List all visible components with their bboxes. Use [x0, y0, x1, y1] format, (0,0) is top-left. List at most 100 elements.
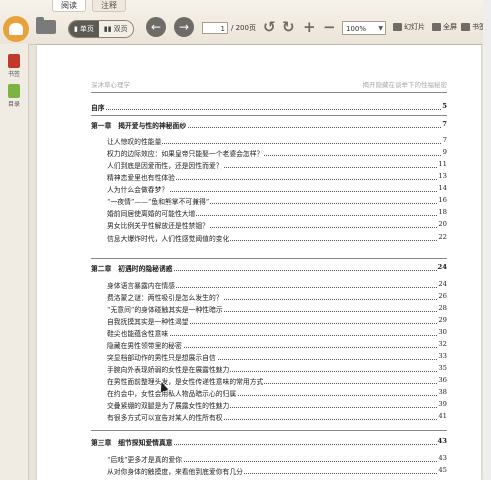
- fullscreen-button[interactable]: 全屏: [432, 21, 457, 33]
- toc-entry-page: 41: [437, 412, 447, 420]
- slideshow-button[interactable]: 幻灯片: [393, 21, 425, 33]
- toc-entry-title: 第二章 初遇时的隐秘诱惑: [91, 263, 174, 273]
- toc-entry-title: 男女比例关乎性解放还是性禁锢？: [107, 220, 210, 230]
- toc-entry[interactable]: 费洛蒙之谜：两性吸引是怎么发生的？ 26: [107, 292, 447, 302]
- toc-entry[interactable]: 在约会中，女性会用私人物品暗示心的归属 38: [107, 388, 447, 398]
- zoom-select[interactable]: 100% ▼: [342, 21, 386, 35]
- toc-entry-page: 7: [441, 120, 447, 128]
- zoom-value: 100%: [346, 25, 367, 33]
- toc-entry-page: 22: [437, 233, 447, 241]
- fullscreen-icon: [432, 23, 441, 31]
- toc-entry[interactable]: 让人惊叹的性能量 7: [107, 136, 447, 146]
- toc-entry-page: 7: [441, 136, 447, 144]
- tab-annotate[interactable]: 注释: [92, 0, 126, 12]
- toc-entry[interactable]: 男女比例关乎性解放还是性禁锢？ 20: [107, 220, 447, 230]
- sidebar-item-bookmarks[interactable]: 书签: [2, 54, 26, 78]
- toc-entry-title: 在约会中，女性会用私人物品暗示心的归属: [107, 388, 238, 398]
- vertical-scrollbar[interactable]: [483, 0, 491, 480]
- toc-entry-title: 让人惊叹的性能量: [107, 136, 163, 146]
- view-mode-toggle: ▮ 单页 ▮▮ 双页: [68, 20, 134, 38]
- toc-entry[interactable]: 隐藏在男性领带里的秘密 32: [107, 340, 447, 350]
- toc-entry-page: 26: [437, 292, 447, 300]
- toc-entry-title: 第三章 细节探知爱情真意: [91, 437, 174, 447]
- toc-chapter-entry[interactable]: 第三章 细节探知爱情真意 43: [91, 437, 447, 447]
- toc-entry[interactable]: 人们到底是因爱而性，还是因性而爱？ 11: [107, 160, 447, 170]
- open-folder-icon[interactable]: [36, 17, 56, 34]
- toc-entry-page: 9: [441, 148, 447, 156]
- page-number-input[interactable]: 1: [202, 22, 228, 34]
- sidebar-item-toc[interactable]: 目录: [2, 84, 26, 108]
- toc-entry-page: 33: [437, 352, 447, 360]
- single-page-button[interactable]: ▮ 单页: [69, 21, 99, 37]
- toc-entry[interactable]: 信息大爆炸时代，人们性感觉阈值的变化 22: [107, 233, 447, 243]
- sidebar: 书签 目录: [0, 44, 29, 480]
- header-rule: [91, 92, 447, 93]
- zoom-in-icon[interactable]: +: [303, 17, 316, 37]
- next-page-button[interactable]: →: [174, 17, 194, 37]
- toc-entry[interactable]: 自我抚摸其实是一种性渴望 29: [107, 316, 447, 326]
- toc-entry-page: 36: [437, 376, 447, 384]
- bookmark-icon: [8, 54, 20, 68]
- toc-entry-title: 从对你身体的触摸度，来看他到底爱你有几分: [107, 466, 244, 476]
- app-logo-icon[interactable]: [3, 16, 29, 42]
- toc-entry-page: 32: [437, 340, 447, 348]
- running-header-left: 深沐草心理学: [91, 81, 130, 89]
- toc-chapter-entry[interactable]: 第二章 初遇时的隐秘诱惑 24: [91, 263, 447, 273]
- toc-entry-title: 自我抚摸其实是一种性渴望: [107, 316, 190, 326]
- toc-entry-page: 20: [437, 220, 447, 228]
- toc-entry-page: 43: [437, 454, 447, 462]
- slideshow-label: 幻灯片: [404, 23, 425, 31]
- toc-entry[interactable]: 有很多方式可以宣告对某人的性所有权 41: [107, 412, 447, 422]
- toc-entry-title: 精神恋爱里也有性体验: [107, 172, 176, 182]
- toc-entry-page: 28: [437, 304, 447, 312]
- section-rule: [91, 258, 447, 259]
- toc-entry-title: 信息大爆炸时代，人们性感觉阈值的变化: [107, 233, 231, 243]
- double-page-icon: ▮▮: [103, 25, 112, 33]
- toc-entry[interactable]: 婚前同居使离婚的可能性大增 18: [107, 208, 447, 218]
- toc-entry-title: 手腕向外表现娇弱的女性是在展露性魅力: [107, 364, 231, 374]
- toc-entry[interactable]: 突显档部动作的男性只是想展示自信 33: [107, 352, 447, 362]
- toc-entry[interactable]: 从对你身体的触摸度，来看他到底爱你有几分 45: [107, 466, 447, 476]
- toc-chapter-entry[interactable]: 第一章 揭开爱与性的神秘面纱 7: [91, 120, 447, 130]
- document-page: 深沐草心理学 揭开隐藏在谈举下的性福秘密 自序 5 第一章 揭开爱与性的神秘面纱 7 让…: [37, 45, 481, 480]
- toc-entry-page: 14: [437, 184, 447, 192]
- single-page-label: 单页: [79, 25, 94, 33]
- toc-chapter-entry[interactable]: 自序 5: [91, 102, 447, 112]
- prev-page-button[interactable]: ←: [146, 17, 166, 37]
- toc-icon: [8, 84, 20, 98]
- zoom-out-icon[interactable]: −: [323, 17, 336, 37]
- toc-entry-title: 身体语言暴露内在情感: [107, 280, 176, 290]
- toc-entry-page: 35: [437, 364, 447, 372]
- toc-entry[interactable]: 鞋尖也能蕴含性意味 30: [107, 328, 447, 338]
- toc-entry-title: 费洛蒙之谜：两性吸引是怎么发生的？: [107, 292, 224, 302]
- toc-entry-page: 13: [437, 172, 447, 180]
- toc-entry-title: “无意间”的身体碰触其实是一种性暗示: [107, 304, 224, 314]
- toc-entry[interactable]: “一夜情”——“鱼和熊掌不可兼得” 16: [107, 196, 447, 206]
- toc-entry[interactable]: 手腕向外表现娇弱的女性是在展露性魅力 35: [107, 364, 447, 374]
- toc-entry[interactable]: “后戏”更多才是真的爱你 43: [107, 454, 447, 464]
- toc-entry-title: 鞋尖也能蕴含性意味: [107, 328, 170, 338]
- toc-entry[interactable]: 人为什么会做春梦？ 14: [107, 184, 447, 194]
- toc-entry-page: 24: [437, 280, 447, 288]
- tab-read[interactable]: 阅读: [52, 0, 86, 12]
- toc-entry-title: “一夜情”——“鱼和熊掌不可兼得”: [107, 196, 211, 206]
- toc-entry[interactable]: 权力的边际效应：如果皇帝只能娶一个老婆会怎样？ 9: [107, 148, 447, 158]
- section-rule: [91, 115, 447, 116]
- toolbar: 阅读 注释 ▮ 单页 ▮▮ 双页 ← → 1 / 200页 ↺ ↻ + − 10…: [0, 0, 491, 45]
- toc-entry[interactable]: 身体语言暴露内在情感 24: [107, 280, 447, 290]
- toc-entry[interactable]: “无意间”的身体碰触其实是一种性暗示 28: [107, 304, 447, 314]
- fullscreen-label: 全屏: [443, 23, 457, 31]
- sidebar-item-label: 目录: [7, 101, 20, 108]
- toc-entry-title: 交叠紧绷的双腿是为了展露女性的性魅力: [107, 400, 231, 410]
- toc-entry-title: 在男性面前整理头发，是女性传递性意味的常用方式: [107, 376, 265, 386]
- double-page-label: 双页: [113, 25, 128, 33]
- rotate-left-icon[interactable]: ↺: [263, 17, 276, 37]
- toc-entry-page: 38: [437, 388, 447, 396]
- toc-entry-title: 权力的边际效应：如果皇帝只能娶一个老婆会怎样？: [107, 148, 265, 158]
- rotate-right-icon[interactable]: ↻: [282, 17, 295, 37]
- toc-entry[interactable]: 交叠紧绷的双腿是为了展露女性的性魅力 39: [107, 400, 447, 410]
- toc-entry-title: 第一章 揭开爱与性的神秘面纱: [91, 120, 188, 130]
- toc-entry[interactable]: 精神恋爱里也有性体验 13: [107, 172, 447, 182]
- double-page-button[interactable]: ▮▮ 双页: [98, 21, 133, 37]
- toc-entry-page: 18: [437, 208, 447, 216]
